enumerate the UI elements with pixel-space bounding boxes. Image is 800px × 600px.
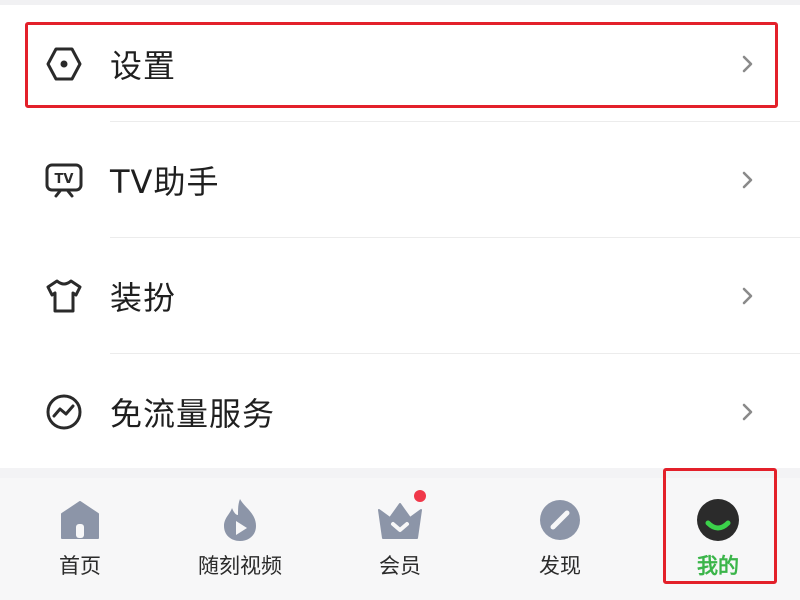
menu-item-label: 免流量服务 bbox=[110, 395, 276, 433]
tab-label: 随刻视频 bbox=[198, 554, 282, 578]
notification-badge bbox=[414, 490, 426, 502]
svg-text:TV: TV bbox=[55, 172, 74, 187]
flame-play-icon bbox=[216, 496, 264, 544]
tshirt-icon bbox=[44, 276, 84, 316]
tab-label: 会员 bbox=[379, 554, 421, 578]
tv-icon: TV bbox=[44, 160, 84, 200]
chevron-right-icon bbox=[740, 284, 756, 308]
bottom-tab-bar: 首页 随刻视频 会员 发现 我的 bbox=[0, 478, 800, 600]
avatar-icon bbox=[694, 496, 742, 544]
menu-item-label: 设置 bbox=[110, 47, 177, 85]
compass-icon bbox=[536, 496, 584, 544]
wave-circle-icon bbox=[44, 392, 84, 432]
chevron-right-icon bbox=[740, 52, 756, 76]
tab-label: 首页 bbox=[59, 554, 101, 578]
menu-item-label: TV助手 bbox=[110, 163, 220, 201]
menu-item-label: 装扮 bbox=[110, 279, 177, 317]
tab-label: 我的 bbox=[697, 554, 739, 578]
chevron-right-icon bbox=[740, 168, 756, 192]
menu-item-dressup[interactable]: 装扮 bbox=[0, 238, 800, 354]
menu-item-free-data-service[interactable]: 免流量服务 bbox=[0, 354, 800, 470]
chevron-right-icon bbox=[740, 400, 756, 424]
home-icon bbox=[56, 496, 104, 544]
tab-vip[interactable]: 会员 bbox=[350, 478, 450, 600]
hexagon-settings-icon bbox=[44, 44, 84, 84]
menu-item-settings[interactable]: 设置 bbox=[0, 6, 800, 122]
tab-home[interactable]: 首页 bbox=[30, 478, 130, 600]
crown-icon bbox=[376, 490, 426, 544]
tab-mine[interactable]: 我的 bbox=[668, 478, 768, 600]
tab-label: 发现 bbox=[539, 554, 581, 578]
tab-discover[interactable]: 发现 bbox=[510, 478, 610, 600]
top-separator bbox=[0, 0, 800, 5]
menu-item-tv-assistant[interactable]: TV TV助手 bbox=[0, 122, 800, 238]
section-gap bbox=[0, 468, 800, 478]
tab-suike-video[interactable]: 随刻视频 bbox=[185, 478, 295, 600]
